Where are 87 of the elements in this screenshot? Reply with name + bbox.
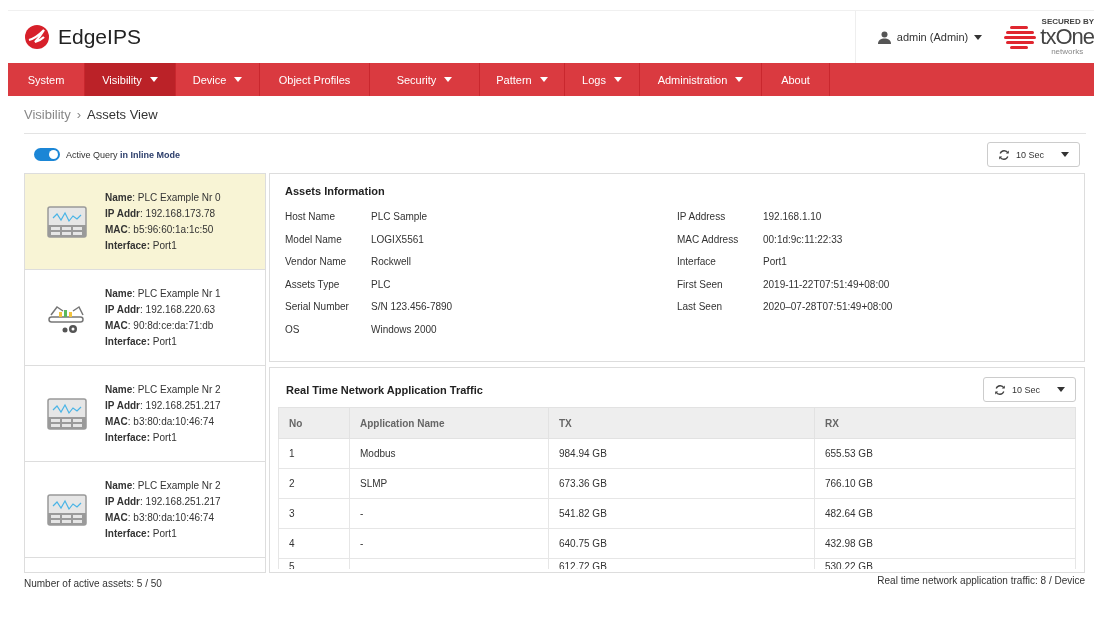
asset-detail: Interface: Port1	[105, 334, 178, 349]
asset-detail: Name: PLC Example Nr 0	[105, 190, 221, 205]
table-cell: 541.82 GB	[548, 498, 815, 529]
field-label: Last Seen	[677, 301, 724, 314]
asset-detail: IP Addr: 192.168.251.217	[105, 494, 221, 509]
table-cell: 984.94 GB	[548, 438, 815, 469]
table-cell: 766.10 GB	[814, 468, 1076, 499]
table-cell: 655.53 GB	[814, 438, 1076, 469]
field-label: Serial Number	[285, 301, 350, 314]
brand-logo-icon	[1004, 24, 1039, 50]
field-label: Interface	[677, 256, 717, 269]
monitor-icon	[47, 493, 87, 526]
field-value: Rockwell	[371, 256, 411, 269]
field-value: PLC	[371, 278, 391, 292]
refresh-icon	[998, 148, 1010, 161]
app-name: EdgeIPS	[58, 25, 141, 49]
table-cell: 1	[278, 438, 350, 469]
monitor-icon	[47, 397, 87, 430]
caret-icon	[1061, 152, 1069, 157]
asset-count: Number of active assets: 5 / 50	[24, 577, 163, 589]
asset-detail: Name: PLC Example Nr 2	[105, 382, 221, 397]
user-menu[interactable]: admin (Admin)	[855, 11, 1005, 63]
field-value: 192.168.1.10	[763, 211, 822, 224]
table-cell: 3	[278, 498, 350, 529]
brand-tagline: SECURED BY	[1041, 18, 1094, 26]
breadcrumb-current: Assets View	[87, 107, 158, 122]
asset-detail: Name: PLC Example Nr 2	[105, 478, 221, 493]
column-header: No	[278, 407, 350, 439]
field-value: PLC Sample	[371, 211, 428, 224]
field-value: Port1	[763, 256, 787, 269]
asset-detail: MAC: b3:80:da:10:46:74	[105, 414, 215, 429]
table-cell: 4	[278, 528, 350, 559]
brand-subtitle: networks	[1051, 48, 1084, 56]
toggle-label: Active Query in Inline Mode	[66, 149, 181, 160]
refresh-dropdown[interactable]: 10 Sec	[983, 377, 1076, 402]
caret-icon	[1057, 387, 1065, 392]
panel-title: Assets Information	[285, 185, 386, 197]
column-header: RX	[814, 407, 1076, 439]
asset-detail: IP Addr: 192.168.220.63	[105, 302, 217, 317]
asset-detail: Interface: Port1	[105, 526, 178, 541]
table-cell: -	[349, 498, 549, 529]
refresh-icon	[994, 383, 1006, 396]
field-label: Vendor Name	[285, 256, 348, 269]
table-cell: 432.98 GB	[814, 528, 1076, 559]
asset-card[interactable]: Name: PLC Example Nr 0 IP Addr: 192.168.173.78 MAC: b5:96:60:1a:1c:50 Interface: Port1	[25, 174, 265, 270]
asset-detail: IP Addr: 192.168.173.78	[105, 206, 217, 221]
asset-detail: MAC: b5:96:60:1a:1c:50	[105, 222, 215, 237]
field-value: Windows 2000	[371, 323, 437, 337]
monitor-icon	[47, 205, 87, 238]
field-value: LOGIX5561	[371, 233, 424, 247]
refresh-dropdown[interactable]: 10 Sec	[987, 142, 1080, 167]
toggle-switch[interactable]	[34, 148, 60, 161]
field-label: IP Address	[677, 211, 727, 224]
table-cell: 673.36 GB	[548, 468, 815, 499]
asset-detail: IP Addr: 192.168.251.217	[105, 398, 221, 413]
field-label: Model Name	[285, 233, 343, 247]
field-value: 00:1d:9c:11:22:33	[763, 233, 843, 247]
asset-detail: Name: PLC Example Nr 1	[105, 286, 221, 301]
brand-name: txOne	[1040, 26, 1094, 48]
traffic-count: Real time network application traffic: 8 / Device	[876, 575, 1085, 586]
table-cell: 482.64 GB	[814, 498, 1076, 529]
field-label: MAC Address	[677, 233, 740, 247]
asset-detail: MAC: b3:80:da:10:46:74	[105, 510, 215, 525]
breadcrumb-link[interactable]: Visibility	[24, 107, 71, 122]
logo-icon	[24, 24, 50, 50]
table-cell: 2	[278, 468, 350, 499]
asset-detail: Interface: Port1	[105, 430, 178, 445]
table-cell: -	[349, 528, 549, 559]
field-label: First Seen	[677, 278, 724, 292]
field-label: OS	[285, 323, 301, 337]
table-cell: 640.75 GB	[548, 528, 815, 559]
field-value: 2020–07-28T07:51:49+08:00	[763, 301, 893, 314]
asset-detail: MAC: 90:8d:ce:da:71:db	[105, 318, 215, 333]
column-header: TX	[548, 407, 815, 439]
asset-detail: Interface: Port1	[105, 238, 178, 253]
field-value: S/N 123.456-7890	[371, 301, 453, 314]
user-icon	[877, 30, 891, 44]
breadcrumb-separator: ›	[76, 107, 82, 122]
table-cell: Modbus	[349, 438, 549, 469]
panel-title: Real Time Network Application Traffic	[286, 383, 483, 396]
field-label: Assets Type	[285, 278, 341, 292]
field-value: 2019-11-22T07:51:49+08:00	[763, 278, 890, 292]
table-cell: SLMP	[349, 468, 549, 499]
column-header: Application Name	[349, 407, 549, 439]
caret-icon	[974, 34, 983, 40]
field-label: Host Name	[285, 211, 336, 224]
nav-tab[interactable]: Visibility	[85, 63, 176, 96]
